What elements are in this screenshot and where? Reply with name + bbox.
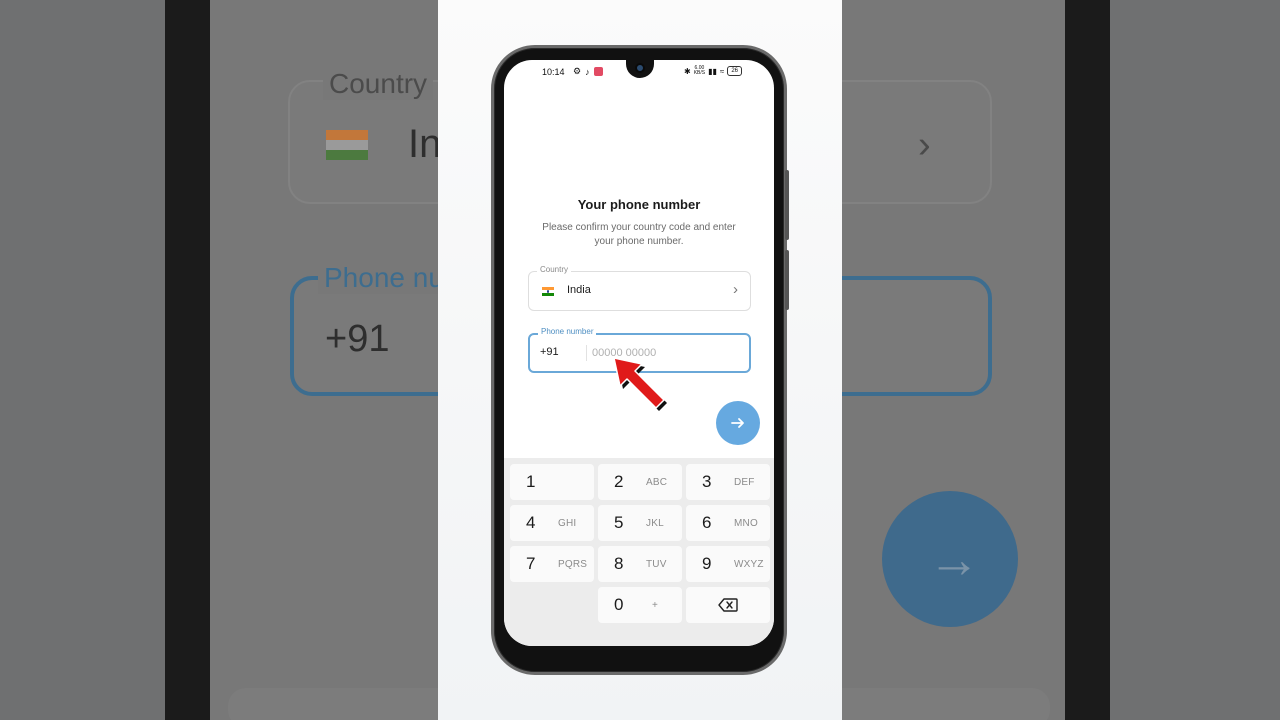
background-bezel-left	[165, 0, 210, 720]
status-time: 10:14	[542, 67, 565, 77]
page-subtitle: Please confirm your country code and ent…	[542, 222, 736, 247]
background-bezel-right	[1065, 0, 1110, 720]
notification-app-icon	[593, 67, 603, 76]
power-button	[785, 250, 789, 310]
phone-number-label: Phone number	[538, 327, 597, 336]
phone-screen: 10:14 ⚙ ♪ ✱ 6.00 KB/S ▮▮ ≈ 26 Your phone…	[504, 60, 774, 646]
key-2[interactable]: 2 ABC	[598, 464, 682, 500]
background-country-code: +91	[325, 318, 390, 360]
key-letters: TUV	[646, 559, 667, 570]
key-letters: WXYZ	[734, 559, 764, 570]
country-value: India	[567, 284, 591, 296]
key-digit: 7	[526, 554, 536, 573]
status-icons-left: ⚙ ♪	[573, 66, 603, 77]
key-8[interactable]: 8 TUV	[598, 546, 682, 582]
chevron-right-icon: ›	[733, 281, 738, 298]
key-digit: 8	[614, 554, 624, 573]
key-digit: 6	[702, 513, 712, 532]
field-divider	[586, 345, 587, 361]
key-letters: JKL	[646, 518, 664, 529]
background-chevron-icon: ›	[918, 124, 931, 166]
key-7[interactable]: 7 PQRS	[510, 546, 594, 582]
battery-icon: 26	[727, 66, 742, 76]
front-camera-icon	[635, 63, 645, 73]
country-selector[interactable]: Country India ›	[528, 265, 751, 311]
status-bar: 10:14 ⚙ ♪ ✱ 6.00 KB/S ▮▮ ≈ 26	[504, 60, 774, 84]
page-title: Your phone number	[577, 197, 701, 212]
network-speed: 6.00 KB/S	[694, 66, 705, 76]
background-country-value: In	[408, 122, 442, 166]
background-flag-icon	[326, 130, 368, 160]
key-0[interactable]: 0 +	[598, 587, 682, 623]
network-speed-unit: KB/S	[693, 70, 706, 76]
india-flag-icon	[542, 287, 554, 296]
status-icons-right: ✱ 6.00 KB/S ▮▮ ≈ 26	[684, 66, 742, 76]
background-arrow-icon: →	[928, 531, 980, 589]
wifi-icon: ≈	[719, 66, 725, 76]
backspace-key[interactable]	[686, 587, 770, 623]
key-letters: PQRS	[558, 559, 588, 570]
background-phone-label: Phone nu	[318, 262, 450, 294]
key-9[interactable]: 9 WXYZ	[686, 546, 770, 582]
volume-button	[785, 170, 789, 240]
country-code[interactable]: +91	[540, 346, 559, 358]
key-digit: 0	[614, 595, 624, 614]
key-6[interactable]: 6 MNO	[686, 505, 770, 541]
key-digit: 2	[614, 472, 624, 491]
key-letters: +	[652, 600, 659, 611]
country-label: Country	[537, 265, 572, 274]
next-button[interactable]	[716, 401, 760, 445]
key-digit: 4	[526, 513, 536, 532]
numeric-keypad: 1 2 ABC 3 DEF 4 GHI 5 JKL 6 MNO 7 PQRS 8	[504, 458, 774, 646]
key-letters: GHI	[558, 518, 577, 529]
music-note-icon: ♪	[585, 66, 590, 77]
backspace-icon	[718, 598, 738, 612]
key-digit: 1	[526, 472, 536, 491]
key-letters: MNO	[734, 518, 758, 529]
arrow-right-icon	[731, 418, 744, 428]
key-1[interactable]: 1	[510, 464, 594, 500]
red-arrow-pointer-icon	[613, 357, 667, 411]
key-4[interactable]: 4 GHI	[510, 505, 594, 541]
key-letters: ABC	[646, 477, 668, 488]
bluetooth-icon: ✱	[684, 66, 691, 76]
background-country-label: Country	[323, 68, 434, 100]
key-3[interactable]: 3 DEF	[686, 464, 770, 500]
key-letters: DEF	[734, 477, 755, 488]
key-digit: 9	[702, 554, 712, 573]
key-5[interactable]: 5 JKL	[598, 505, 682, 541]
key-digit: 5	[614, 513, 624, 532]
key-digit: 3	[702, 472, 712, 491]
signal-icon: ▮▮	[708, 66, 717, 76]
settings-icon: ⚙	[573, 66, 582, 76]
key-empty	[510, 587, 594, 623]
